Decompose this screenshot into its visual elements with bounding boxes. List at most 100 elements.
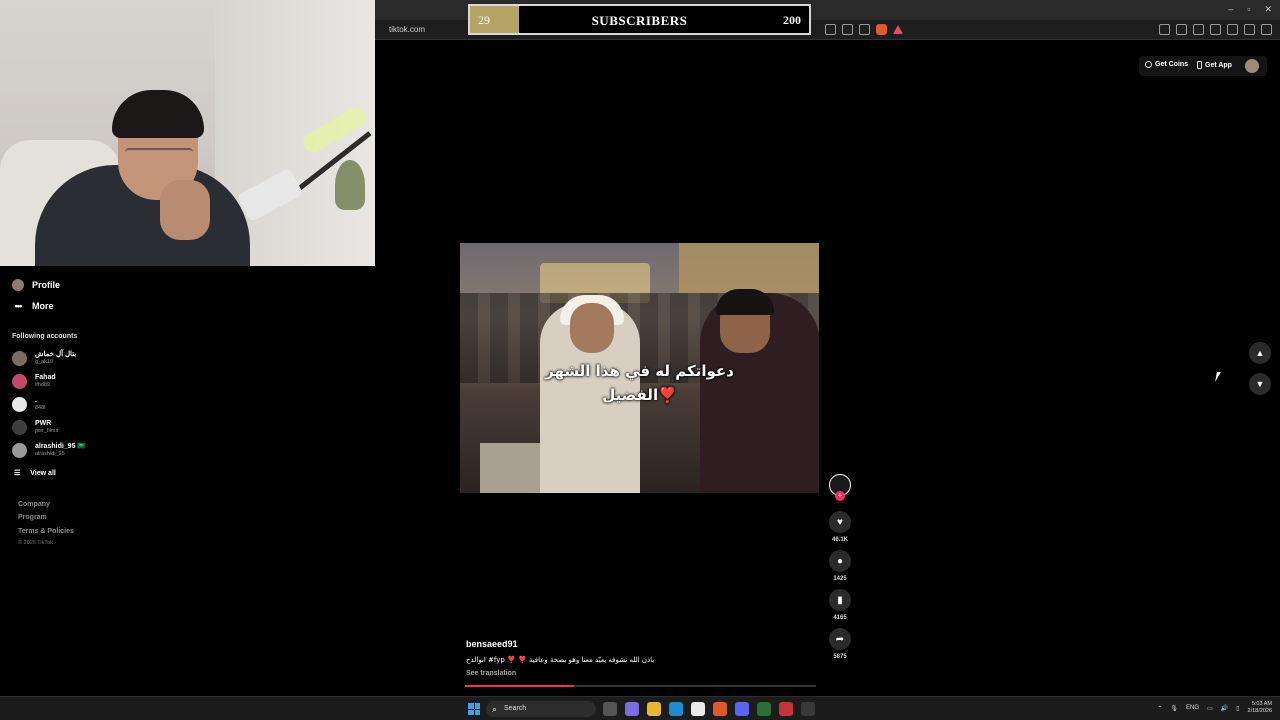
- toolbar-icons: [1159, 24, 1272, 35]
- account-handle: pwr_films: [35, 428, 59, 434]
- account-handle: alrashidi_95: [35, 451, 65, 457]
- chevron-up-icon[interactable]: ⌃: [1157, 705, 1162, 712]
- phone-icon: [1197, 61, 1202, 69]
- following-account[interactable]: alrashidi_95 🇸🇦 alrashidi_95: [12, 442, 86, 458]
- clock[interactable]: 5:03 AM 2/18/2026: [1248, 701, 1272, 715]
- more-dots-icon: •••: [14, 301, 22, 311]
- music-icon[interactable]: [1193, 24, 1204, 35]
- video-author[interactable]: bensaeed91: [466, 639, 518, 649]
- get-coins-button[interactable]: Get Coins: [1145, 61, 1188, 68]
- following-account[interactable]: . 848l: [12, 396, 45, 412]
- clock-date: 2/18/2026: [1247, 708, 1272, 714]
- brave-rewards-icon[interactable]: [893, 25, 903, 34]
- store-icon[interactable]: [691, 702, 705, 716]
- webcam-overlay: [0, 0, 375, 266]
- share-button[interactable]: ➦: [829, 628, 851, 650]
- account-name: .: [35, 397, 37, 404]
- share-arrow-icon: ➦: [835, 633, 845, 645]
- account-name: Fahad: [35, 374, 56, 381]
- following-account[interactable]: بتال آل خماش g_ak10: [12, 350, 76, 366]
- sidebar-icon[interactable]: [1210, 24, 1221, 35]
- save-button[interactable]: ▮: [829, 589, 851, 611]
- close-button[interactable]: ✕: [1264, 4, 1272, 15]
- video-progress-bar[interactable]: [465, 685, 816, 687]
- taskbar-search[interactable]: Search: [486, 701, 596, 717]
- account-handle: g_ak10: [35, 359, 54, 365]
- footer-link-program[interactable]: Program: [18, 514, 47, 521]
- maximize-button[interactable]: ▫: [1247, 4, 1250, 15]
- task-view-icon[interactable]: [603, 702, 617, 716]
- excel-icon[interactable]: [757, 702, 771, 716]
- like-button[interactable]: ♥: [829, 511, 851, 533]
- next-video-button[interactable]: ▼: [1249, 373, 1271, 395]
- chevron-up-icon: ▲: [1255, 348, 1265, 358]
- footer-link-terms[interactable]: Terms & Policies: [18, 528, 74, 535]
- video-caption-overlay: دعواتكم له في هذا الشهر الفضيل❣️: [460, 359, 819, 407]
- user-avatar[interactable]: [1245, 59, 1259, 73]
- window-controls: – ▫ ✕: [1228, 4, 1272, 15]
- address-bar-icons: [825, 24, 903, 35]
- network-icon[interactable]: ▭: [1207, 705, 1213, 712]
- avatar: [12, 396, 27, 412]
- copilot-icon[interactable]: [625, 702, 639, 716]
- taskbar-apps: [603, 702, 815, 716]
- copyright-text: © 2026 TikTok: [18, 540, 53, 546]
- system-tray: ⌃ 🎙 ENG ▭ 🔊 ▯ 5:03 AM 2/18/2026: [1157, 701, 1272, 715]
- brave-icon[interactable]: [713, 702, 727, 716]
- battery-icon[interactable]: ▯: [1236, 705, 1239, 712]
- view-all-link[interactable]: ☰ View all: [14, 469, 56, 478]
- edge-icon[interactable]: [669, 702, 683, 716]
- caption-line-2: الفضيل❣️: [602, 386, 677, 404]
- heart-icon: ♥: [837, 516, 843, 528]
- cast-icon[interactable]: [842, 24, 853, 35]
- brave-shield-icon[interactable]: [876, 24, 887, 35]
- following-account[interactable]: PWR pwr_films: [12, 419, 58, 435]
- video-player[interactable]: دعواتكم له في هذا الشهر الفضيل❣️: [460, 243, 819, 493]
- get-app-label: Get App: [1205, 61, 1232, 69]
- sidebar-item-label: Profile: [32, 280, 61, 290]
- url-text[interactable]: tiktok.com: [389, 25, 425, 34]
- comment-button[interactable]: ●: [829, 550, 851, 572]
- screenshot-icon[interactable]: [1176, 24, 1187, 35]
- language-indicator[interactable]: ENG: [1186, 705, 1199, 711]
- media-icon[interactable]: [825, 24, 836, 35]
- previous-video-button[interactable]: ▲: [1249, 342, 1271, 364]
- video-description: ابوالدح #fyp ❣️ ❣️ باذن الله نشوفه بعيّد…: [466, 656, 655, 664]
- follow-plus-icon[interactable]: +: [835, 491, 845, 501]
- share-icon[interactable]: [859, 24, 870, 35]
- avatar: [12, 419, 27, 435]
- get-app-button[interactable]: Get App: [1197, 61, 1232, 69]
- list-icon: ☰: [14, 470, 21, 477]
- minimize-button[interactable]: –: [1228, 4, 1233, 15]
- header-actions: Get Coins Get App: [1139, 56, 1267, 76]
- clock-time: 5:03 AM: [1251, 701, 1272, 707]
- extensions-icon[interactable]: [1159, 24, 1170, 35]
- footer-link-company[interactable]: Company: [18, 501, 50, 508]
- following-account[interactable]: Fahad ifhd89: [12, 373, 56, 389]
- wallet-icon[interactable]: [1227, 24, 1238, 35]
- account-handle: ifhd89: [35, 382, 50, 388]
- sidebar-item-more[interactable]: ••• More: [12, 301, 54, 311]
- obs-icon[interactable]: [801, 702, 815, 716]
- avatar: [12, 442, 27, 458]
- menu-icon[interactable]: [1261, 24, 1272, 35]
- account-name: PWR: [35, 420, 52, 427]
- bookmark-icon: ▮: [837, 594, 843, 606]
- comment-icon: ●: [836, 555, 844, 567]
- see-translation-link[interactable]: See translation: [466, 670, 516, 677]
- mouse-cursor: [1215, 372, 1221, 382]
- avatar: [12, 350, 27, 366]
- windows-start-icon[interactable]: [468, 703, 480, 715]
- chevron-down-icon: ▼: [1255, 379, 1265, 389]
- vpn-icon[interactable]: [1244, 24, 1255, 35]
- avatar: [12, 279, 24, 291]
- volume-icon[interactable]: 🔊: [1221, 705, 1228, 712]
- video-progress-fill: [465, 685, 574, 687]
- app-icon[interactable]: [779, 702, 793, 716]
- discord-icon[interactable]: [735, 702, 749, 716]
- subscriber-goal: 200: [783, 13, 801, 27]
- microphone-icon[interactable]: 🎙: [1170, 705, 1178, 712]
- sidebar-item-profile[interactable]: Profile: [12, 279, 60, 291]
- file-explorer-icon[interactable]: [647, 702, 661, 716]
- subscriber-goal-bar: 29 SUBSCRIBERS 200: [468, 4, 811, 35]
